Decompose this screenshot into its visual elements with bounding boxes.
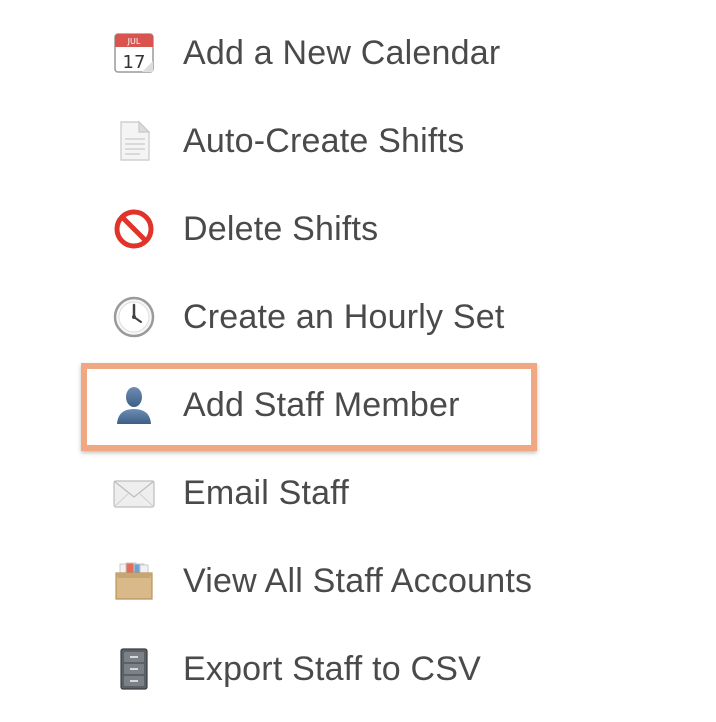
document-icon bbox=[110, 117, 158, 165]
prohibited-icon bbox=[110, 205, 158, 253]
menu-item-label: View All Staff Accounts bbox=[183, 561, 533, 600]
user-silhouette-icon bbox=[110, 381, 158, 429]
menu-item-label: Delete Shifts bbox=[183, 209, 379, 248]
file-cabinet-icon bbox=[110, 645, 158, 693]
menu-item-label: Email Staff bbox=[183, 473, 349, 512]
menu-item-label: Export Staff to CSV bbox=[183, 649, 481, 688]
menu-item-export-staff-csv[interactable]: Export Staff to CSV bbox=[110, 639, 670, 699]
clock-icon bbox=[110, 293, 158, 341]
actions-menu: JUL 17 Add a New Calendar Auto-Create Sh… bbox=[0, 0, 716, 722]
menu-item-add-staff-member[interactable]: Add Staff Member bbox=[110, 375, 670, 435]
menu-item-view-staff-accounts[interactable]: View All Staff Accounts bbox=[110, 551, 670, 611]
menu-item-delete-shifts[interactable]: Delete Shifts bbox=[110, 199, 670, 259]
menu-item-create-hourly-set[interactable]: Create an Hourly Set bbox=[110, 287, 670, 347]
menu-item-label: Auto-Create Shifts bbox=[183, 121, 465, 160]
envelope-icon bbox=[110, 469, 158, 517]
card-file-box-icon bbox=[110, 557, 158, 605]
menu-item-add-calendar[interactable]: JUL 17 Add a New Calendar bbox=[110, 23, 670, 83]
menu-item-label: Create an Hourly Set bbox=[183, 297, 505, 336]
menu-item-email-staff[interactable]: Email Staff bbox=[110, 463, 670, 523]
calendar-month: JUL bbox=[127, 37, 141, 46]
calendar-icon: JUL 17 bbox=[110, 29, 158, 77]
menu-item-auto-create-shifts[interactable]: Auto-Create Shifts bbox=[110, 111, 670, 171]
menu-item-label: Add a New Calendar bbox=[183, 33, 501, 72]
calendar-day: 17 bbox=[123, 52, 146, 73]
menu-item-label: Add Staff Member bbox=[183, 385, 460, 424]
